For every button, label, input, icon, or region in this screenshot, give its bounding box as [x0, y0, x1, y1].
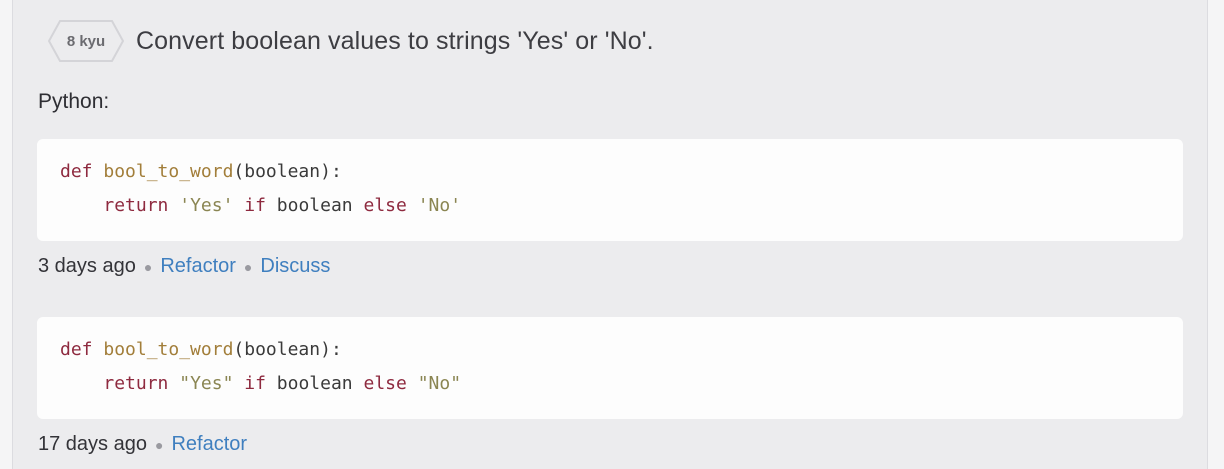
solution-code-block: def bool_to_word(boolean): return 'Yes' … [37, 139, 1183, 241]
code-token-kw: return [103, 373, 169, 394]
code-line: return "Yes" if boolean else "No" [60, 373, 461, 394]
code-token-fn: bool_to_word [103, 339, 234, 360]
code-line: return 'Yes' if boolean else 'No' [60, 195, 461, 216]
language-label: Python: [38, 90, 110, 113]
refactor-link[interactable]: Refactor [171, 433, 247, 456]
kata-title[interactable]: Convert boolean values to strings 'Yes' … [136, 27, 654, 56]
code-token-str: 'Yes' [179, 195, 234, 216]
code-token-plain: (boolean): [233, 161, 342, 182]
separator-dot: ● [154, 436, 164, 453]
code-line: def bool_to_word(boolean): [60, 339, 342, 360]
code-token-plain: boolean [265, 373, 364, 394]
code-token-kw: if [244, 373, 266, 394]
refactor-link[interactable]: Refactor [160, 255, 236, 278]
solutions-page: 8 kyu Convert boolean values to strings … [0, 0, 1224, 469]
code-token-kw: if [244, 195, 266, 216]
solution-meta: 17 days ago ● Refactor [38, 433, 247, 456]
solution-age: 3 days ago [38, 255, 136, 277]
code-token-fn: bool_to_word [103, 161, 234, 182]
code-token-str: 'No' [417, 195, 462, 216]
kyu-rank-badge: 8 kyu [48, 20, 124, 62]
separator-dot: ● [143, 258, 153, 275]
code-token-str: "Yes" [179, 373, 234, 394]
solution-age: 17 days ago [38, 433, 147, 455]
solution-code-block: def bool_to_word(boolean): return "Yes" … [37, 317, 1183, 419]
discuss-link[interactable]: Discuss [260, 255, 330, 278]
code-line: def bool_to_word(boolean): [60, 161, 342, 182]
left-rail [0, 0, 13, 469]
kata-header: 8 kyu Convert boolean values to strings … [48, 20, 654, 62]
code-token-plain: (boolean): [233, 339, 342, 360]
code-token-kw: return [103, 195, 169, 216]
code-token-kw: def [60, 339, 93, 360]
solution-meta: 3 days ago ● Refactor ● Discuss [38, 255, 330, 278]
right-rail [1207, 0, 1224, 469]
separator-dot: ● [243, 258, 253, 275]
code-token-plain: boolean [265, 195, 364, 216]
code-token-kw: else [363, 373, 407, 394]
kyu-rank-label: 8 kyu [66, 32, 106, 50]
code-token-kw: def [60, 161, 93, 182]
code-token-str: "No" [417, 373, 462, 394]
code-token-kw: else [363, 195, 407, 216]
